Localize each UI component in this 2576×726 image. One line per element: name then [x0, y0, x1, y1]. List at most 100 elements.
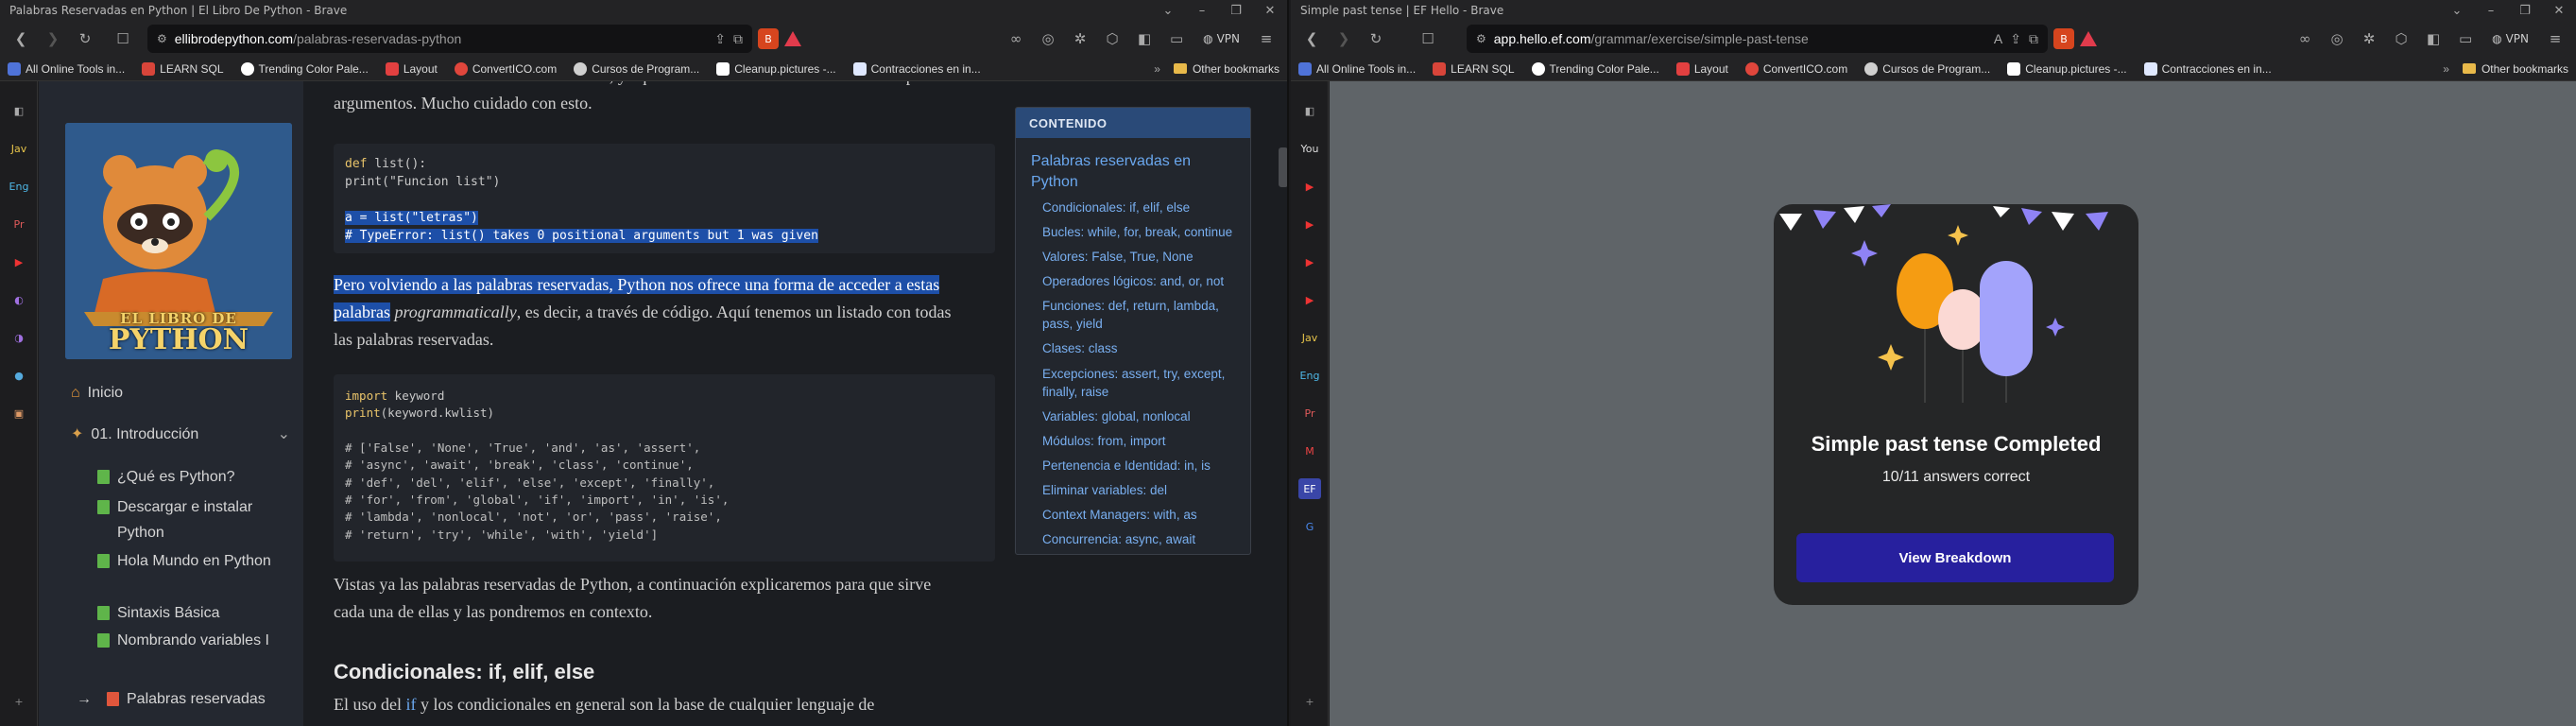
reload-icon[interactable]: ↻: [1363, 26, 1389, 52]
maximize-icon[interactable]: ❐: [2508, 4, 2542, 18]
toc-link[interactable]: Bucles: while, for, break, continue: [1042, 223, 1245, 241]
bookmark-item[interactable]: ConvertICO.com: [1744, 61, 1847, 76]
close-icon[interactable]: ✕: [1253, 4, 1287, 18]
menu-icon[interactable]: ≡: [1253, 26, 1279, 52]
brave-rewards-icon[interactable]: [784, 31, 801, 46]
settings-icon[interactable]: ✲: [1067, 26, 1093, 52]
google-icon[interactable]: G: [1298, 516, 1321, 537]
wallet-icon[interactable]: ∞: [1003, 26, 1029, 52]
sidebar-item-descargar[interactable]: Descargar e instalar Python: [97, 494, 286, 545]
chevron-down-icon[interactable]: ⌄: [2440, 4, 2474, 18]
toc-link[interactable]: Valores: False, True, None: [1042, 248, 1245, 266]
wallet-icon[interactable]: ∞: [2292, 26, 2318, 52]
bookmark-item[interactable]: Cleanup.pictures -...: [716, 61, 836, 76]
bookmark-item[interactable]: Trending Color Pale...: [240, 61, 369, 76]
tab-icon[interactable]: ▭: [1163, 26, 1190, 52]
brave-rewards-icon[interactable]: [2080, 31, 2097, 46]
vpn-button[interactable]: ◍ VPN: [2484, 27, 2536, 50]
youtube-icon[interactable]: ▶: [1298, 251, 1321, 272]
view-breakdown-button[interactable]: View Breakdown: [1796, 533, 2114, 582]
brave-shield-icon[interactable]: B: [2053, 28, 2074, 49]
toc-link[interactable]: Funciones: def, return, lambda, pass, yi…: [1042, 297, 1245, 333]
bookmark-item[interactable]: Cursos de Program...: [574, 61, 699, 76]
chevron-down-icon[interactable]: ⌄: [1151, 4, 1185, 18]
vpn-button[interactable]: ◍ VPN: [1195, 27, 1247, 50]
scrollbar[interactable]: [1277, 81, 1287, 726]
sidebar-item-que-es-python[interactable]: ¿Qué es Python?: [97, 464, 286, 490]
youtube-icon[interactable]: ▶: [1298, 176, 1321, 197]
screenshot-icon[interactable]: ◎: [2324, 26, 2350, 52]
minimize-icon[interactable]: –: [2474, 4, 2508, 18]
forward-icon[interactable]: ❯: [1331, 26, 1357, 52]
bookmark-item[interactable]: Layout: [1675, 61, 1728, 76]
scrollbar-thumb[interactable]: [1279, 147, 1287, 187]
other-bookmarks[interactable]: » Other bookmarks: [1154, 62, 1279, 76]
forward-icon[interactable]: ❯: [40, 26, 66, 52]
toc-link[interactable]: Operadores lógicos: and, or, not: [1042, 272, 1245, 290]
bookmark-item[interactable]: LEARN SQL: [142, 61, 224, 76]
extensions-icon[interactable]: ⬡: [1099, 26, 1125, 52]
toc-link[interactable]: Módulos: from, import: [1042, 432, 1245, 450]
toc-link[interactable]: Context Managers: with, as: [1042, 506, 1245, 524]
menu-icon[interactable]: ≡: [2542, 26, 2568, 52]
toc-link[interactable]: Concurrencia: async, await: [1042, 530, 1245, 548]
maximize-icon[interactable]: ❐: [1219, 4, 1253, 18]
copy-icon[interactable]: ⧉: [733, 31, 743, 47]
youtube-icon[interactable]: ▶: [1298, 214, 1321, 234]
bookmark-icon[interactable]: ☐: [1395, 26, 1461, 52]
gmail-icon[interactable]: M: [1298, 441, 1321, 461]
bookmark-item[interactable]: Trending Color Pale...: [1531, 61, 1659, 76]
bookmark-item[interactable]: Cursos de Program...: [1864, 61, 1990, 76]
vertical-tab[interactable]: Jav: [1298, 327, 1321, 348]
copy-icon[interactable]: ⧉: [2029, 31, 2038, 47]
sidebar-icon[interactable]: ◧: [1131, 26, 1158, 52]
tab-favicon-icon[interactable]: ◐: [8, 289, 30, 310]
vertical-tab[interactable]: Pr: [1298, 403, 1321, 424]
settings-icon[interactable]: ✲: [2356, 26, 2382, 52]
site-logo[interactable]: EL LIBRO DE PYTHON: [65, 123, 292, 359]
tab-favicon-icon[interactable]: ●: [8, 365, 30, 386]
site-info-icon[interactable]: ⚙: [157, 32, 167, 45]
sidebar-item-sintaxis[interactable]: Sintaxis Básica: [97, 600, 286, 626]
other-bookmarks[interactable]: » Other bookmarks: [2443, 62, 2568, 76]
bookmark-item[interactable]: ConvertICO.com: [454, 61, 557, 76]
bookmark-item[interactable]: All Online Tools in...: [1298, 61, 1416, 76]
toc-link[interactable]: Eliminar variables: del: [1042, 481, 1245, 499]
vertical-tab[interactable]: Eng: [8, 176, 30, 197]
toc-link[interactable]: Pertenencia e Identidad: in, is: [1042, 457, 1245, 475]
vertical-tab[interactable]: Pr: [8, 214, 30, 234]
toc-main-link[interactable]: Palabras reservadas en Python: [1031, 151, 1239, 193]
vertical-tab[interactable]: Jav: [8, 138, 30, 159]
new-tab-icon[interactable]: +: [1298, 691, 1321, 712]
sidebar-toggle-icon[interactable]: ◧: [8, 100, 30, 121]
sidebar-toggle-icon[interactable]: ◧: [1298, 100, 1321, 121]
tab-favicon-icon[interactable]: ▣: [8, 403, 30, 424]
reload-icon[interactable]: ↻: [72, 26, 98, 52]
toc-link[interactable]: Clases: class: [1042, 339, 1245, 357]
ef-tab-icon[interactable]: EF: [1298, 478, 1321, 499]
sidebar-item-nombrando-variables[interactable]: Nombrando variables I: [97, 628, 286, 653]
bookmark-item[interactable]: LEARN SQL: [1433, 61, 1515, 76]
site-info-icon[interactable]: ⚙: [1476, 32, 1486, 45]
youtube-icon[interactable]: ▶: [1298, 289, 1321, 310]
back-icon[interactable]: ❮: [1298, 26, 1325, 52]
sidebar-item-hola-mundo[interactable]: Hola Mundo en Python: [97, 548, 286, 574]
code-block[interactable]: def list(): print("Funcion list") a = li…: [334, 144, 995, 253]
code-block[interactable]: import keyword print(keyword.kwlist) # […: [334, 374, 995, 562]
bookmark-item[interactable]: All Online Tools in...: [8, 61, 125, 76]
toc-link[interactable]: Excepciones: assert, try, except, finall…: [1042, 365, 1245, 401]
sidebar-item-introduccion[interactable]: ✦ 01. Introducción ⌄: [71, 422, 290, 447]
sidebar-item-inicio[interactable]: ⌂ Inicio: [71, 380, 123, 406]
new-tab-icon[interactable]: +: [8, 691, 30, 712]
address-bar[interactable]: ⚙ ellibrodepython.com/palabras-reservada…: [147, 25, 752, 53]
share-icon[interactable]: ⇪: [714, 31, 726, 47]
bookmark-icon[interactable]: ☐: [104, 26, 142, 52]
extensions-icon[interactable]: ⬡: [2388, 26, 2414, 52]
vertical-tab[interactable]: Eng: [1298, 365, 1321, 386]
close-icon[interactable]: ✕: [2542, 4, 2576, 18]
bookmark-item[interactable]: Contracciones en in...: [2143, 61, 2272, 76]
translate-icon[interactable]: A: [1994, 31, 2002, 46]
brave-shield-icon[interactable]: B: [758, 28, 779, 49]
bookmark-item[interactable]: Contracciones en in...: [852, 61, 981, 76]
address-bar[interactable]: ⚙ app.hello.ef.com/grammar/exercise/simp…: [1467, 25, 2048, 53]
